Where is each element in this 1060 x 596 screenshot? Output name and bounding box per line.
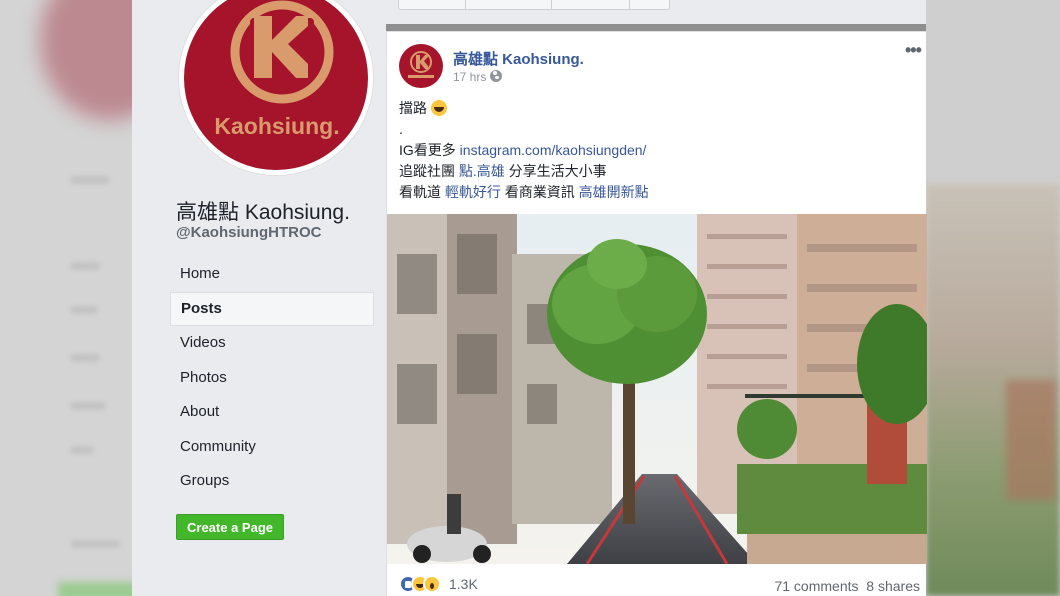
post-line-4: 追蹤社團 點.高雄 分享生活大小事 — [399, 163, 607, 179]
post-line-1: 擋路 — [399, 98, 649, 119]
top-action-bar — [386, 0, 926, 24]
svg-text:Kaohsiung.: Kaohsiung. — [214, 113, 339, 139]
post-line-2: . — [399, 121, 403, 137]
kaohsiung-logo: Kaohsiung. — [184, 0, 368, 170]
nav-item-videos[interactable]: Videos — [170, 326, 374, 361]
wow-icon — [423, 575, 441, 593]
nav-item-community[interactable]: Community — [170, 430, 374, 465]
page-name[interactable]: 高雄點 Kaohsiung. — [176, 196, 350, 226]
more-options-icon[interactable]: ••• — [905, 41, 922, 59]
page-navigation: Home Posts Videos Photos About Community… — [170, 257, 374, 499]
page-action-buttons[interactable] — [398, 0, 670, 10]
hashtag-link-2[interactable]: 高雄開新點 — [579, 184, 649, 200]
instagram-link[interactable]: instagram.com/kaohsiungden/ — [460, 142, 647, 158]
page-sidebar: Kaohsiung. 高雄點 Kaohsiung. @KaohsiungHTRO… — [132, 0, 386, 596]
create-page-button[interactable]: Create a Page — [176, 514, 284, 540]
post-card: 高雄點 Kaohsiung. 17 hrs ••• 擋路 . IG看更多 ins… — [386, 31, 927, 596]
post-time-text: 17 hrs — [453, 70, 487, 84]
post-stats: 71 comments 8 shares — [774, 578, 920, 594]
group-link[interactable]: 點.高雄 — [459, 163, 505, 179]
reaction-count: 1.3K — [449, 576, 478, 592]
post-line-5: 看軌道 輕軌好行 看商業資訊 高雄開新點 — [399, 184, 649, 200]
nav-item-posts[interactable]: Posts — [170, 291, 374, 326]
post-author-avatar[interactable] — [399, 44, 443, 88]
nav-item-photos[interactable]: Photos — [170, 361, 374, 396]
reactions-summary[interactable]: 1.3K — [399, 575, 478, 595]
blurred-background-right — [926, 0, 1060, 596]
laughing-emoji-icon — [431, 100, 447, 116]
nav-item-groups[interactable]: Groups — [170, 464, 374, 499]
comments-count[interactable]: 71 comments — [774, 578, 858, 594]
post-author-name[interactable]: 高雄點 Kaohsiung. — [453, 48, 584, 69]
post-text: 擋路 . IG看更多 instagram.com/kaohsiungden/ 追… — [399, 98, 649, 203]
shares-count[interactable]: 8 shares — [866, 578, 920, 594]
page-handle[interactable]: @KaohsiungHTROC — [176, 224, 321, 241]
page-profile-picture[interactable]: Kaohsiung. — [178, 0, 374, 176]
post-timestamp[interactable]: 17 hrs — [453, 70, 503, 84]
nav-item-home[interactable]: Home — [170, 257, 374, 292]
nav-item-about[interactable]: About — [170, 395, 374, 430]
post-line-3: IG看更多 instagram.com/kaohsiungden/ — [399, 142, 647, 158]
globe-icon — [490, 70, 503, 82]
blurred-background-left — [0, 0, 132, 596]
post-photo[interactable] — [387, 214, 927, 564]
hashtag-link-1[interactable]: 輕軌好行 — [445, 184, 501, 200]
